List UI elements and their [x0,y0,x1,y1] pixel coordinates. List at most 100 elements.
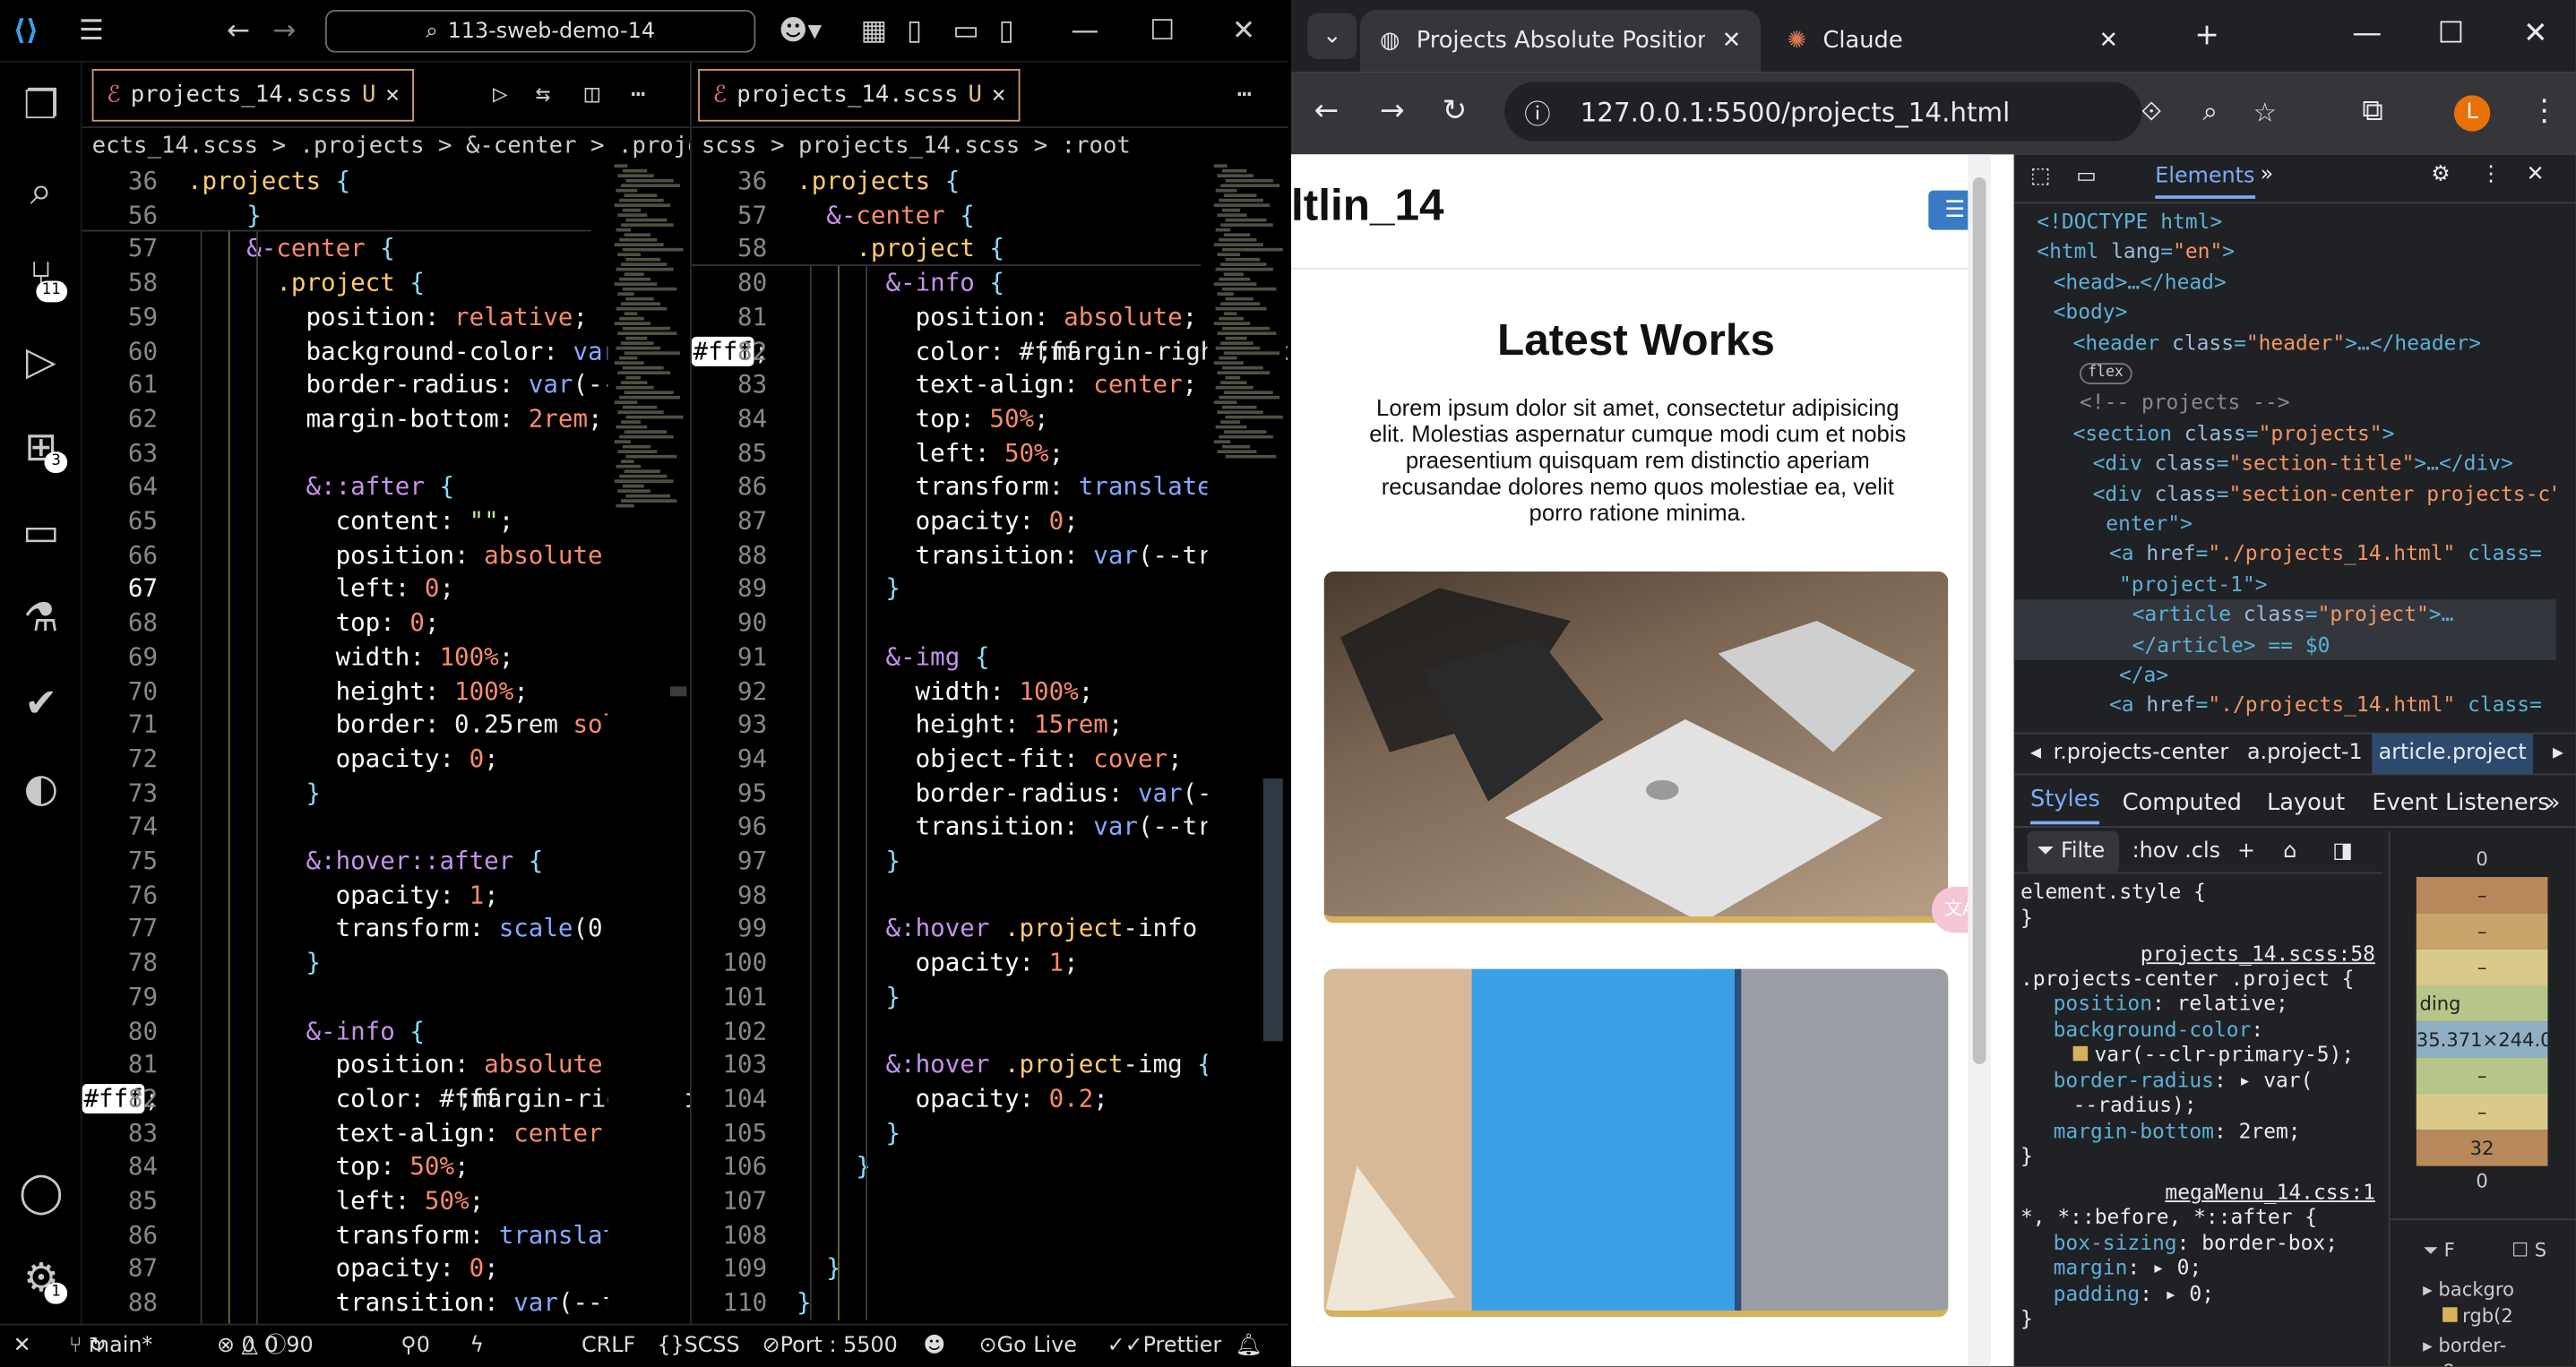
code-line[interactable]: 97 } [692,844,1201,878]
page-logo[interactable]: ltlin_14 [1291,181,1444,232]
code-line[interactable]: 65 content: ""; [82,504,591,538]
code-line[interactable]: 80 &-info { [82,1014,591,1048]
notifications-icon[interactable]: 🔔︎ [1236,1325,1262,1366]
dom-node[interactable]: <body> [2054,297,2128,328]
browser-tab-claude[interactable]: ✺ Claude ✕ [1768,10,2158,73]
code-line[interactable]: 93 height: 15rem; [692,708,1201,742]
dom-node[interactable]: <a href="./projects_14.html" class= [2109,539,2542,570]
code-line[interactable]: 82 color: #fff;margin-right:3px;vertical… [691,334,1288,368]
settings-gear-icon[interactable]: ⚙ 1 [0,1238,82,1317]
todo-check-icon[interactable]: ✔ [0,664,82,743]
sidebar-toggle-icon[interactable]: ◨ [2332,831,2353,874]
breadcrumb-item[interactable]: .project [618,133,690,159]
dom-node[interactable]: </a> [2119,660,2168,691]
dom-node[interactable]: <!DOCTYPE html> [2037,207,2222,237]
code-line[interactable]: 106 } [692,1150,1201,1184]
close-window-icon[interactable]: ✕ [2523,16,2548,50]
breadcrumb-item[interactable]: :root [1062,133,1131,159]
branch-status[interactable]: ⑂ main* ↻ [69,1325,152,1366]
code-line[interactable]: 77 transform: scale(0.8 [82,912,633,946]
code-line[interactable]: 64 &::after { [82,470,591,504]
lightning-icon[interactable]: ϟ [470,1325,484,1366]
code-line[interactable]: 60 background-color: var(- [82,334,647,368]
left-editor-tab[interactable]: ℰprojects_14.scss U ✕ [91,68,415,122]
copilot-icon[interactable]: ☻▾ [779,14,822,47]
eol-status[interactable]: CRLF [582,1325,635,1366]
code-line[interactable]: 87 opacity: 0; [692,504,1201,538]
breadcrumb-prev-icon[interactable]: ◂ [2030,734,2041,773]
close-tab-icon[interactable]: ✕ [1722,28,1742,54]
project-card-1[interactable] [1323,571,1949,924]
copilot-status-icon[interactable]: ☻ [923,1325,945,1366]
code-line[interactable]: 58 .project { [82,266,591,300]
crumb-project-1[interactable]: a.project-1 [2247,734,2363,773]
right-minimap[interactable] [1207,164,1287,1324]
dom-node[interactable]: <article class="project">… [2013,599,2556,631]
live-share-icon[interactable]: ◐ [0,749,82,828]
code-line[interactable]: 100 opacity: 1; [692,946,1201,980]
maximize-icon[interactable]: ☐ [1150,14,1175,47]
account-icon[interactable]: ◯ [0,1153,82,1232]
close-icon[interactable]: ✕ [1232,14,1255,47]
crumb-article-project[interactable]: article.project [2372,734,2534,774]
breadcrumb-item[interactable]: .projects [299,133,424,159]
ports-status[interactable]: ⚲ 0 [401,1325,430,1366]
code-line[interactable]: 101 } [692,980,1201,1014]
back-arrow-icon[interactable]: ← [227,14,250,47]
code-line[interactable]: 98 [692,878,1201,912]
code-line[interactable]: 72 opacity: 0; [82,742,591,776]
minimize-icon[interactable]: — [1071,14,1098,47]
code-line[interactable]: 79 [82,980,591,1014]
code-line[interactable]: 85 left: 50%; [82,1184,591,1218]
code-line[interactable]: 108 [692,1218,1201,1252]
page-scrollbar[interactable] [1968,154,1991,1367]
sticky-scroll[interactable]: 36 .projects {56 } [82,164,591,233]
code-line[interactable]: 88 transition: var(--tr [692,538,1212,572]
remote-indicator-icon[interactable]: ✕ [13,1325,31,1366]
code-line[interactable]: 89 } [692,572,1201,606]
code-line[interactable]: 84 top: 50%; [82,1150,591,1184]
code-line[interactable]: 76 opacity: 1; [82,878,591,912]
dom-node[interactable]: enter"> [2106,509,2193,539]
new-rule-icon[interactable]: + [2237,831,2255,874]
show-all-checkbox[interactable]: ☐ S [2511,1238,2546,1261]
zoom-icon[interactable]: ⌕ [2203,95,2218,128]
minimize-icon[interactable]: — [2352,16,2382,50]
toggle-sidebar-icon[interactable]: ▯ [907,14,922,47]
code-line[interactable]: 81 position: absolute; [82,1048,617,1082]
tab-elements[interactable]: Elements [2155,164,2255,199]
dom-node[interactable]: flex [2079,358,2132,389]
testing-icon[interactable]: ⚗ [0,578,82,657]
code-line[interactable]: 95 border-radius: var(- [692,776,1212,810]
prettier-status[interactable]: ✓✓ Prettier [1107,1325,1222,1366]
compare-icon[interactable]: ⇆ [536,79,551,108]
dom-node[interactable]: <a href="./projects_14.html" class= [2109,691,2542,721]
remote-explorer-icon[interactable]: ▭ [0,493,82,572]
tab-search-icon[interactable]: ⌄ [1307,13,1357,59]
code-line[interactable]: 105 } [692,1116,1201,1150]
more-tabs-icon[interactable]: » [2261,162,2274,186]
code-line[interactable]: 63 [82,436,591,470]
code-line[interactable]: 78 } [82,946,591,980]
translate-icon[interactable]: ⟐ [2141,95,2162,128]
code-line[interactable]: 71 border: 0.25rem soli [82,708,633,742]
new-tab-icon[interactable]: + [2194,18,2219,52]
computed-prop-background[interactable]: ▸ backgro [2423,1277,2514,1301]
code-line[interactable]: 103 &:hover .project-img { [692,1048,1211,1082]
language-status[interactable]: {} SCSS [657,1325,739,1366]
breadcrumb-item[interactable]: &-center [466,133,577,159]
code-line[interactable]: 69 width: 100%; [82,641,591,675]
code-line[interactable]: 86 transform: translate [82,1218,633,1252]
computed-filter-icon[interactable]: ⏷ F [2423,1238,2455,1262]
forward-arrow-icon[interactable]: → [272,14,296,47]
code-line[interactable]: 85 left: 50%; [692,436,1201,470]
sticky-scroll[interactable]: 36 .projects {57 &-center {58 .project { [691,164,1202,267]
more-actions-icon[interactable]: ⋯ [631,79,646,108]
close-tab-icon[interactable]: ✕ [992,82,1005,108]
devtools-settings-icon[interactable]: ⚙ [2431,162,2450,186]
code-line[interactable]: 67 left: 0; [82,572,591,606]
code-line[interactable]: 82 color: #fff;margin-right:3px;vertical… [82,1082,690,1116]
code-line[interactable]: 59 position: relative; [82,300,591,334]
dom-node[interactable]: <section class="projects"> [2073,418,2395,449]
hov-toggle[interactable]: :hov [2132,831,2179,874]
